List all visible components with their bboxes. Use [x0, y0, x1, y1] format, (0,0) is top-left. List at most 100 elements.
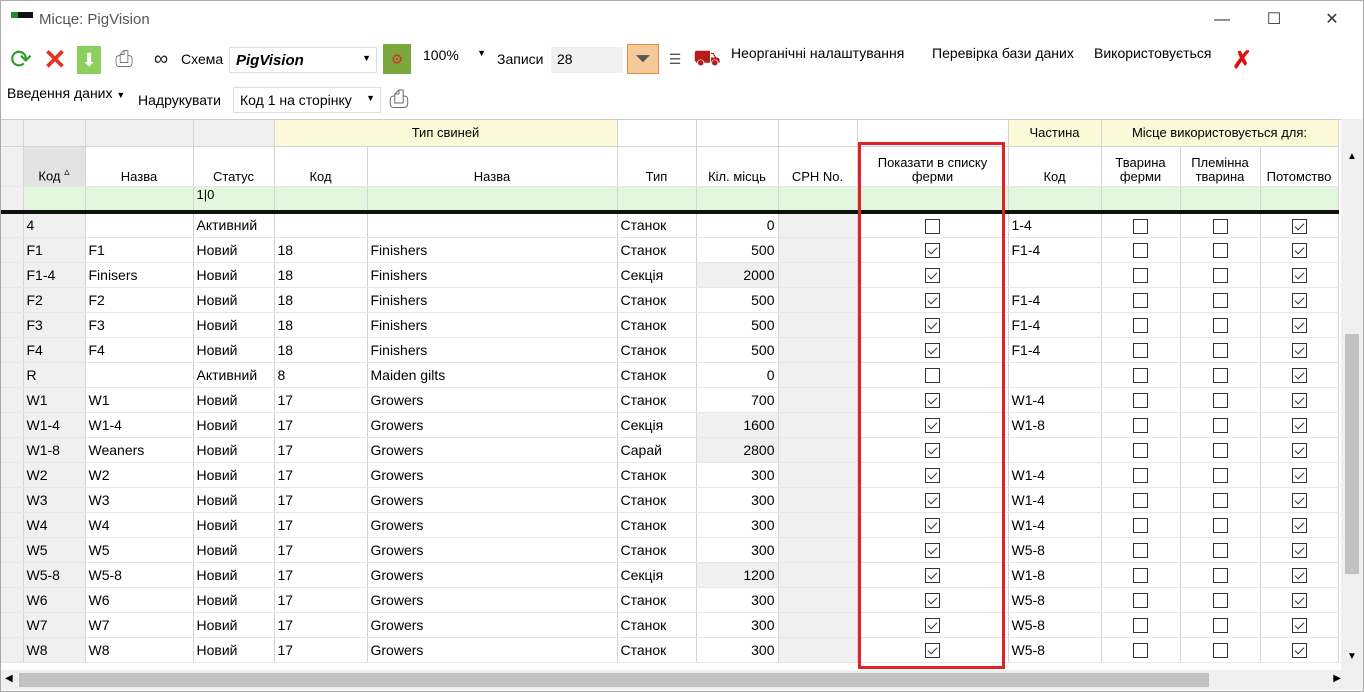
- filter-name[interactable]: [85, 186, 194, 214]
- checkbox[interactable]: [1291, 218, 1307, 234]
- cell-places[interactable]: 0: [696, 212, 779, 238]
- cell-code[interactable]: W2: [23, 462, 86, 488]
- refresh-icon[interactable]: ⟳: [7, 44, 35, 74]
- import-icon[interactable]: ⬇: [77, 46, 101, 74]
- cell-cph[interactable]: [778, 637, 858, 663]
- checkbox[interactable]: [1212, 317, 1228, 333]
- cell-code[interactable]: W3: [23, 487, 86, 513]
- cell-pig-type-name[interactable]: Finishers: [367, 262, 618, 288]
- column-header-cph[interactable]: CPH No.: [778, 146, 858, 187]
- checkbox[interactable]: [925, 642, 940, 658]
- cell-code[interactable]: F1: [23, 237, 86, 263]
- cell-pig-type-name[interactable]: Growers: [367, 437, 618, 463]
- checkbox[interactable]: [1212, 392, 1228, 408]
- checkbox[interactable]: [1133, 517, 1148, 533]
- checkbox[interactable]: [1212, 592, 1228, 608]
- table-row[interactable]: W5 W5 Новий 17 Growers Станок 300 W5-8: [1, 537, 1339, 563]
- cell-pig-type-code[interactable]: 17: [274, 437, 368, 463]
- cell-places[interactable]: 1200: [696, 562, 779, 588]
- cell-type[interactable]: Станок: [617, 212, 697, 238]
- table-row[interactable]: W1-8 Weaners Новий 17 Growers Сарай 2800: [1, 437, 1339, 463]
- table-row[interactable]: W8 W8 Новий 17 Growers Станок 300 W5-8: [1, 637, 1339, 663]
- cell-type[interactable]: Станок: [617, 312, 697, 338]
- remove-used-icon[interactable]: ✗: [1227, 47, 1257, 74]
- checkbox[interactable]: [1133, 392, 1148, 408]
- cell-name[interactable]: F2: [85, 287, 194, 313]
- cell-places[interactable]: 500: [696, 287, 779, 313]
- cell-pig-type-name[interactable]: Growers: [367, 387, 618, 413]
- checkbox[interactable]: [1212, 417, 1228, 433]
- checkbox[interactable]: [1212, 292, 1228, 308]
- checkbox[interactable]: [925, 567, 940, 583]
- cell-pig-type-code[interactable]: 8: [274, 362, 368, 388]
- checkbox[interactable]: [925, 542, 940, 558]
- cell-name[interactable]: W1-4: [85, 412, 194, 438]
- cell-pig-type-code[interactable]: 18: [274, 287, 368, 313]
- checkbox[interactable]: [1133, 417, 1148, 433]
- checkbox[interactable]: [1212, 492, 1228, 508]
- checkbox[interactable]: [925, 218, 940, 234]
- checkbox[interactable]: [1212, 467, 1228, 483]
- cell-type[interactable]: Станок: [617, 537, 697, 563]
- cell-places[interactable]: 300: [696, 537, 779, 563]
- cell-name[interactable]: W5: [85, 537, 194, 563]
- zoom-select[interactable]: 100% ▼: [417, 43, 491, 69]
- cell-cph[interactable]: [778, 437, 858, 463]
- used-button[interactable]: Використовується: [1094, 45, 1211, 61]
- checkbox[interactable]: [1291, 517, 1307, 533]
- cell-part-code[interactable]: W1-8: [1008, 412, 1102, 438]
- cell-name[interactable]: [85, 362, 194, 388]
- cell-cph[interactable]: [778, 587, 858, 613]
- cell-pig-type-name[interactable]: Growers: [367, 512, 618, 538]
- cell-type[interactable]: Сарай: [617, 437, 697, 463]
- cell-pig-type-code[interactable]: 17: [274, 487, 368, 513]
- checkbox[interactable]: [1291, 317, 1307, 333]
- table-row[interactable]: W3 W3 Новий 17 Growers Станок 300 W1-4: [1, 487, 1339, 513]
- checkbox[interactable]: [1212, 342, 1228, 358]
- column-header-name[interactable]: Назва: [85, 146, 194, 187]
- cell-name[interactable]: F4: [85, 337, 194, 363]
- scroll-down-icon[interactable]: ▼: [1347, 651, 1357, 662]
- cell-part-code[interactable]: W1-4: [1008, 512, 1102, 538]
- filter-farm[interactable]: [1101, 186, 1181, 214]
- table-row[interactable]: W6 W6 Новий 17 Growers Станок 300 W5-8: [1, 587, 1339, 613]
- cell-type[interactable]: Секція: [617, 262, 697, 288]
- checkbox[interactable]: [1291, 417, 1307, 433]
- schema-config-icon[interactable]: ⚙: [383, 44, 411, 74]
- checkbox[interactable]: [1212, 642, 1228, 658]
- checkbox[interactable]: [1212, 367, 1228, 383]
- column-header-breeding-animal[interactable]: Племінна тварина: [1180, 146, 1261, 187]
- binoculars-icon[interactable]: ∞: [145, 47, 177, 71]
- table-row[interactable]: W1 W1 Новий 17 Growers Станок 700 W1-4: [1, 387, 1339, 413]
- filter-icon[interactable]: ⏷: [627, 44, 659, 74]
- cell-pig-type-code[interactable]: 17: [274, 637, 368, 663]
- cell-cph[interactable]: [778, 312, 858, 338]
- checkbox[interactable]: [1133, 442, 1148, 458]
- checkbox[interactable]: [925, 267, 940, 283]
- cell-code[interactable]: W7: [23, 612, 86, 638]
- checkbox[interactable]: [1133, 267, 1148, 283]
- cell-status[interactable]: Новий: [193, 512, 275, 538]
- cell-pig-type-name[interactable]: Growers: [367, 462, 618, 488]
- cell-cph[interactable]: [778, 362, 858, 388]
- cell-name[interactable]: W3: [85, 487, 194, 513]
- table-row[interactable]: 4 Активний Станок 0 1-4: [1, 212, 1339, 238]
- cell-type[interactable]: Станок: [617, 637, 697, 663]
- cell-name[interactable]: W6: [85, 587, 194, 613]
- checkbox[interactable]: [925, 242, 940, 258]
- cell-cph[interactable]: [778, 237, 858, 263]
- minimize-button[interactable]: —: [1199, 7, 1245, 33]
- checkbox[interactable]: [1133, 342, 1148, 358]
- cell-cph[interactable]: [778, 212, 858, 238]
- cell-pig-type-name[interactable]: Finishers: [367, 337, 618, 363]
- cell-type[interactable]: Секція: [617, 412, 697, 438]
- cell-status[interactable]: Новий: [193, 462, 275, 488]
- tree-icon[interactable]: ☰: [665, 47, 685, 71]
- checkbox[interactable]: [925, 492, 940, 508]
- cell-type[interactable]: Станок: [617, 512, 697, 538]
- cell-part-code[interactable]: W1-8: [1008, 562, 1102, 588]
- filter-status[interactable]: 1|0: [193, 186, 275, 214]
- cell-status[interactable]: Новий: [193, 587, 275, 613]
- checkbox[interactable]: [1133, 492, 1148, 508]
- cell-part-code[interactable]: W5-8: [1008, 637, 1102, 663]
